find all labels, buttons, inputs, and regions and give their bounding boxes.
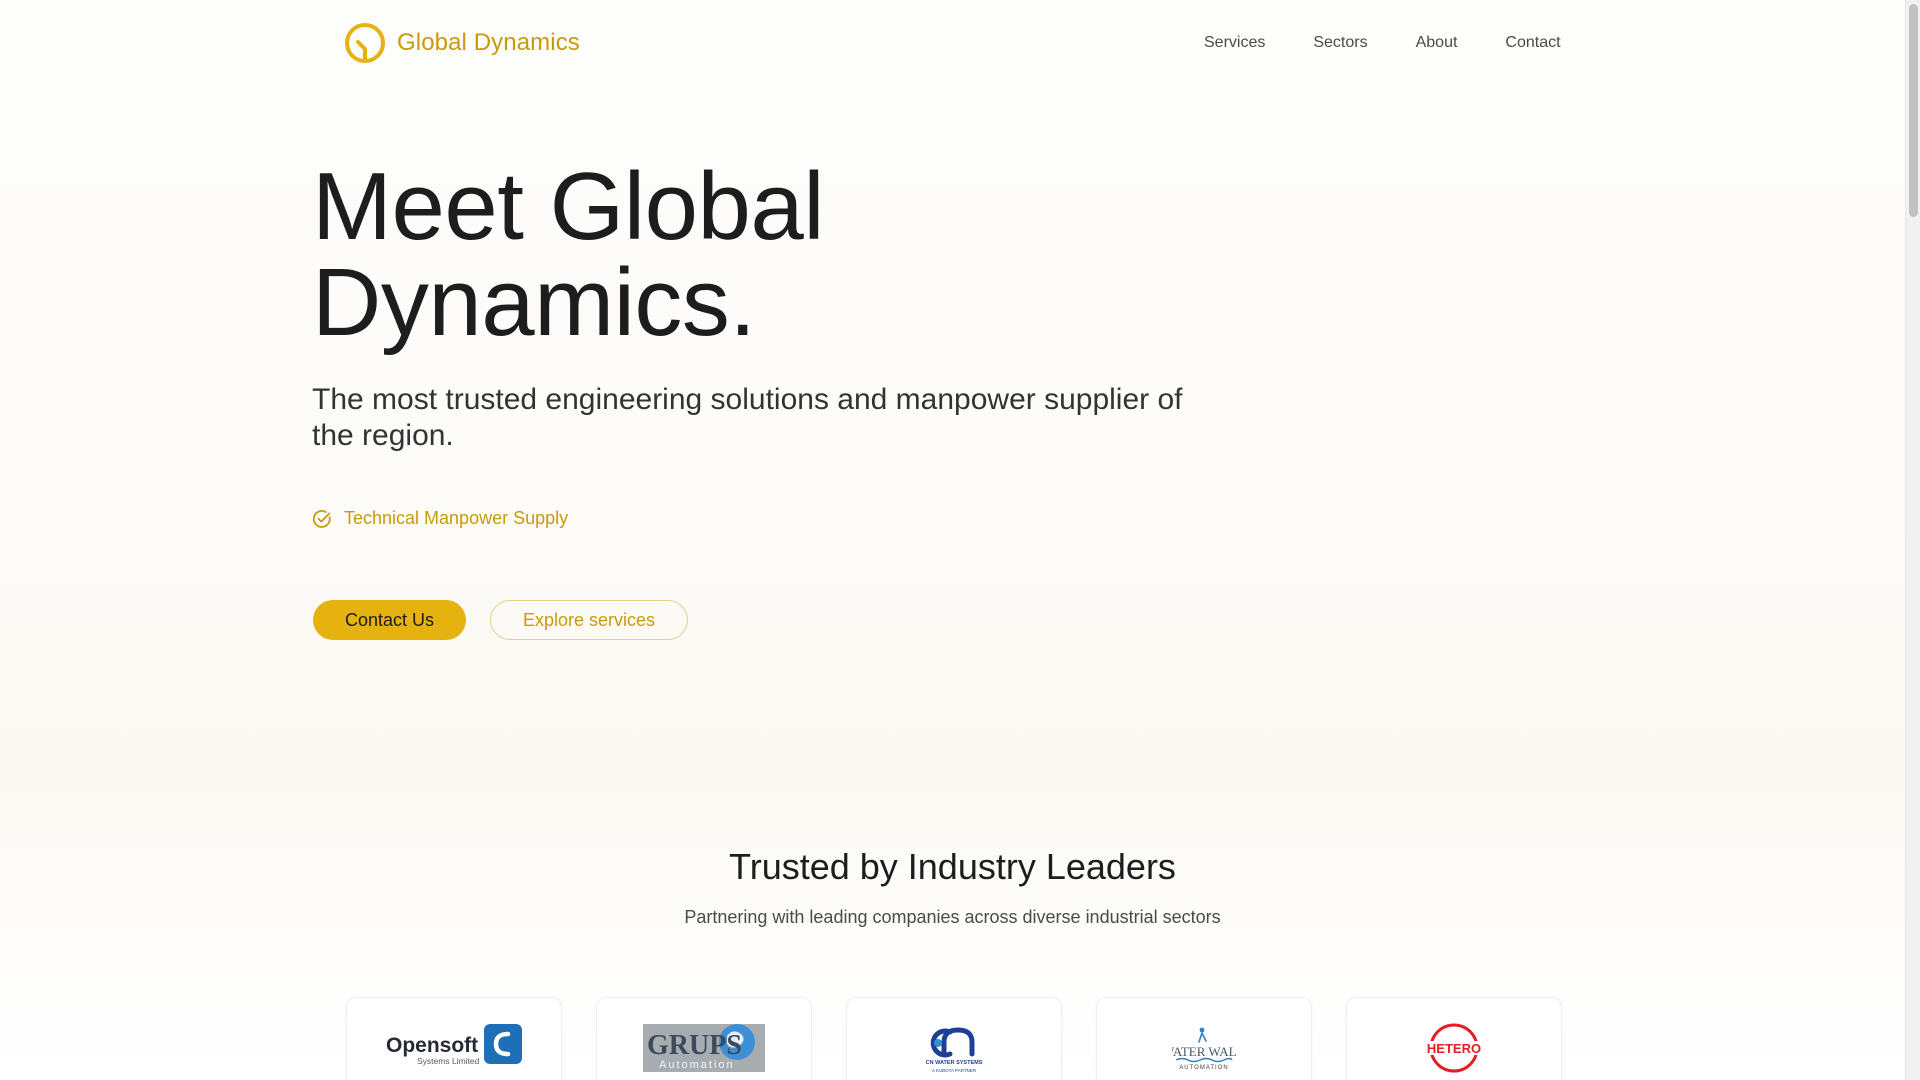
brand-home-link[interactable]: Global Dynamics bbox=[344, 22, 580, 64]
nav-services[interactable]: Services bbox=[1204, 34, 1265, 52]
nav-sectors[interactable]: Sectors bbox=[1313, 34, 1367, 52]
water-walk-logo-name: WATER WALK bbox=[1172, 1044, 1236, 1059]
nav-contact[interactable]: Contact bbox=[1505, 34, 1560, 52]
hero-subtitle: The most trusted engineering solutions a… bbox=[312, 383, 1183, 452]
hero-title-line-2: Dynamics. bbox=[312, 249, 756, 356]
trusted-subtitle: Partnering with leading companies across… bbox=[684, 907, 1221, 927]
partner-card-opensoft: Opensoft Systems Limited bbox=[346, 997, 562, 1080]
water-walk-logo: WATER WALK AUTOMATION bbox=[1172, 1027, 1236, 1071]
check-circle-icon bbox=[312, 509, 331, 528]
main-nav: Services Sectors About Contact bbox=[1204, 34, 1561, 52]
hetero-logo-name: HETERO bbox=[1427, 1041, 1481, 1056]
nav-about[interactable]: About bbox=[1416, 34, 1458, 52]
landing-page: Global Dynamics Services Sectors About C… bbox=[0, 0, 1905, 1080]
trusted-title: Trusted by Industry Leaders bbox=[729, 846, 1176, 887]
contact-us-button[interactable]: Contact Us bbox=[313, 600, 466, 640]
global-dynamics-logo-icon bbox=[345, 23, 385, 63]
opensoft-logo-tagline: Systems Limited bbox=[417, 1056, 480, 1066]
hero-title: Meet Global Dynamics. bbox=[312, 153, 825, 356]
explore-services-button[interactable]: Explore services bbox=[490, 600, 688, 640]
partner-card-hetero: HETERO bbox=[1346, 997, 1562, 1080]
partner-card-water-walk: WATER WALK AUTOMATION bbox=[1096, 997, 1312, 1080]
partner-card-grups: GRUPS Automation bbox=[596, 997, 812, 1080]
cn-logo-tagline: A KUBOTA PARTNER bbox=[932, 1068, 977, 1073]
cn-water-systems-logo: CN WATER SYSTEMS A KUBOTA PARTNER bbox=[926, 1027, 983, 1073]
grups-logo-tagline: Automation bbox=[659, 1059, 735, 1071]
hetero-logo: HETERO bbox=[1425, 1023, 1483, 1073]
water-walk-logo-tagline: AUTOMATION bbox=[1179, 1065, 1228, 1071]
opensoft-logo-name: Opensoft bbox=[386, 1034, 478, 1057]
hero-title-line-1: Meet Global bbox=[312, 153, 825, 260]
site-header: Global Dynamics Services Sectors About C… bbox=[0, 0, 1905, 88]
scrollbar-thumb[interactable] bbox=[1909, 4, 1918, 217]
feature-label: Technical Manpower Supply bbox=[344, 508, 569, 528]
feature-item: Technical Manpower Supply bbox=[312, 508, 568, 529]
cn-logo-name: CN WATER SYSTEMS bbox=[926, 1060, 983, 1066]
grups-logo-name: GRUPS bbox=[647, 1030, 742, 1061]
page-scrollbar[interactable] bbox=[1905, 0, 1920, 1080]
partner-card-cn-water: CN WATER SYSTEMS A KUBOTA PARTNER bbox=[846, 997, 1062, 1080]
opensoft-logo: Opensoft Systems Limited bbox=[386, 1024, 522, 1066]
brand-name: Global Dynamics bbox=[397, 29, 580, 56]
grups-automation-logo: GRUPS Automation bbox=[643, 1024, 765, 1072]
partner-logos: Opensoft Systems Limited GRUPS Automatio… bbox=[346, 997, 1562, 1080]
